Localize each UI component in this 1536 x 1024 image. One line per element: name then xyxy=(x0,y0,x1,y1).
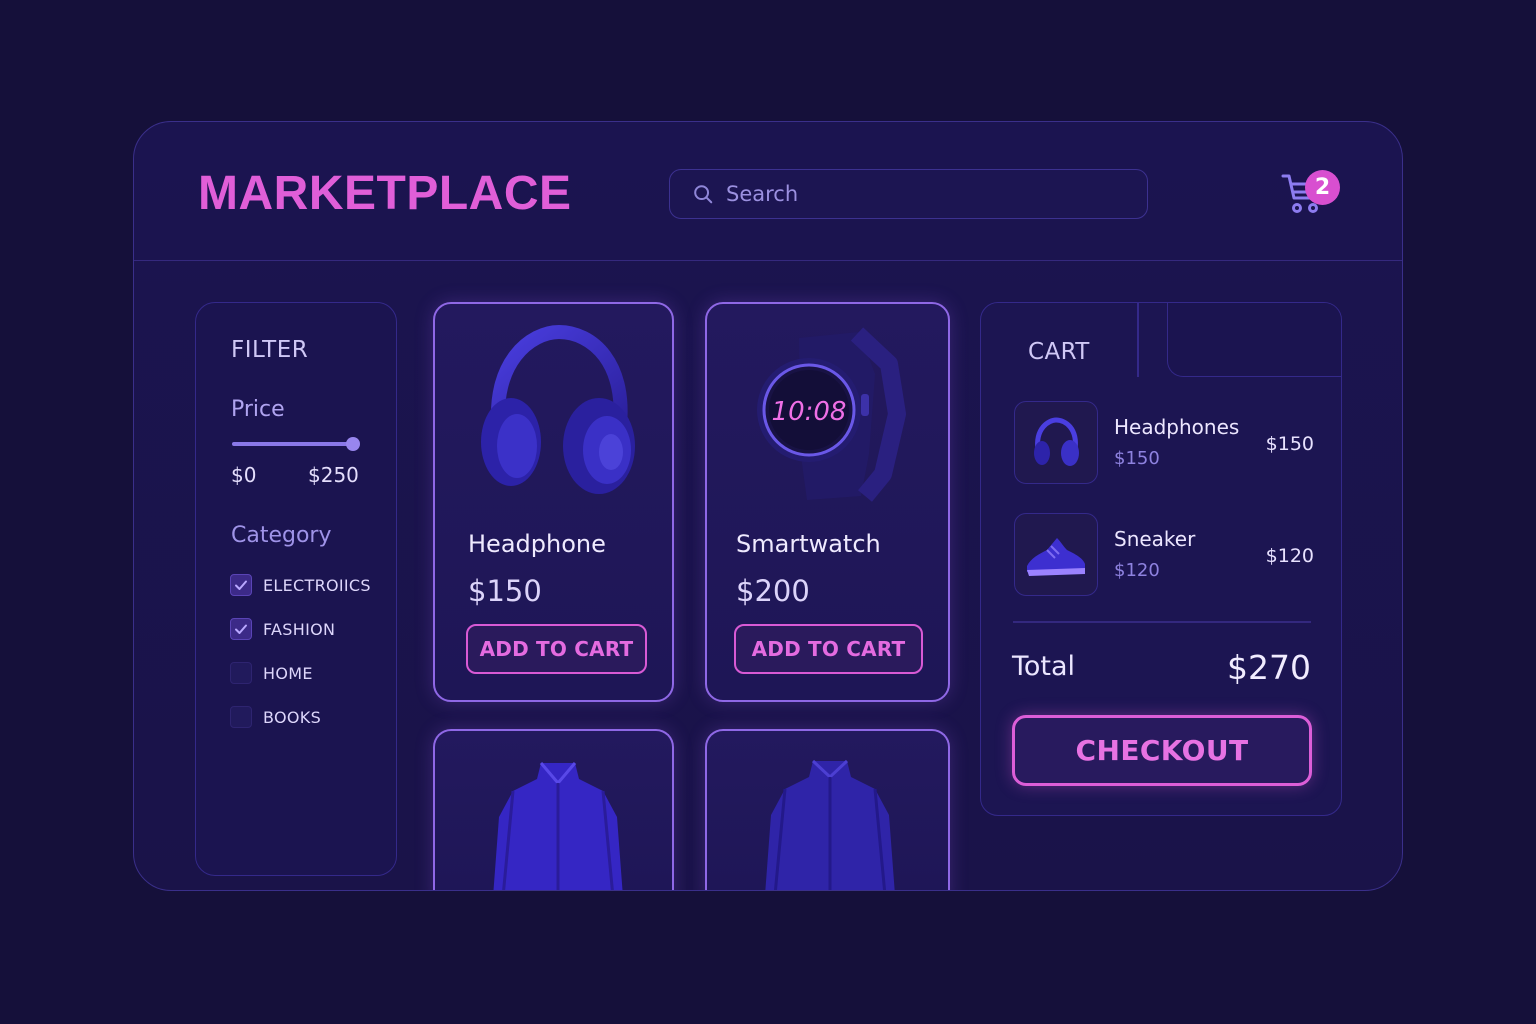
cart-item-price: $150 xyxy=(1265,433,1314,455)
divider xyxy=(1013,621,1311,623)
sneaker-icon xyxy=(1027,537,1085,576)
cart-panel: CART Headphones $150 $150 Sneaker $120 $… xyxy=(980,302,1342,816)
category-text: HOME xyxy=(263,663,313,683)
product-card-jacket[interactable] xyxy=(705,729,950,890)
cart-item-unit-price: $120 xyxy=(1114,560,1160,581)
jacket-icon xyxy=(765,759,895,890)
product-name: Headphone xyxy=(468,530,606,558)
cart-count-badge: 2 xyxy=(1305,170,1340,205)
category-electronics[interactable]: ELECTROIICS xyxy=(230,574,371,596)
category-fashion[interactable]: FASHION xyxy=(230,618,335,640)
cart-item: Headphones $150 $150 xyxy=(1014,401,1314,485)
product-card-headphone[interactable]: Headphone $150 ADD TO CART xyxy=(433,302,674,702)
category-text: BOOKS xyxy=(263,707,322,727)
headphones-icon xyxy=(1034,416,1079,466)
tab-cart[interactable]: CART xyxy=(1028,339,1090,365)
marketplace-window: MARKETPLACE 2 FILTER Price $0 $250 Categ… xyxy=(133,121,1403,891)
category-home[interactable]: HOME xyxy=(230,662,313,684)
price-slider-track[interactable] xyxy=(232,442,354,446)
add-to-cart-button[interactable]: ADD TO CART xyxy=(734,624,923,674)
category-label: Category xyxy=(231,523,332,548)
cart-item-name: Sneaker xyxy=(1114,527,1196,551)
filter-title: FILTER xyxy=(231,337,309,363)
search-input[interactable] xyxy=(726,182,1106,206)
total-label: Total xyxy=(1012,651,1076,682)
product-price: $200 xyxy=(736,574,810,608)
price-min-value: $0 xyxy=(231,463,257,487)
category-text: FASHION xyxy=(263,619,336,639)
header: MARKETPLACE 2 xyxy=(134,122,1402,261)
watch-time-text: 10:08 xyxy=(772,397,847,427)
price-max-value: $250 xyxy=(308,463,359,487)
category-books[interactable]: BOOKS xyxy=(230,706,321,728)
product-card-jacket[interactable] xyxy=(433,729,674,890)
headphones-icon xyxy=(481,324,635,494)
brand-logo: MARKETPLACE xyxy=(198,167,572,220)
cart-item-thumbnail xyxy=(1014,401,1098,484)
search-icon xyxy=(694,185,713,204)
product-name: Smartwatch xyxy=(736,530,881,558)
tab-divider xyxy=(1137,303,1139,377)
filter-panel: FILTER Price $0 $250 Category ELECTROIIC… xyxy=(195,302,397,876)
price-label: Price xyxy=(231,397,285,422)
checkbox-home[interactable] xyxy=(230,662,252,684)
category-text: ELECTROIICS xyxy=(263,575,371,595)
cart-item-name: Headphones xyxy=(1114,415,1240,439)
cart-button[interactable]: 2 xyxy=(1280,170,1344,220)
add-to-cart-button[interactable]: ADD TO CART xyxy=(466,624,647,674)
checkmark-icon xyxy=(235,624,247,634)
checkout-button[interactable]: CHECKOUT xyxy=(1012,715,1312,786)
price-slider-handle[interactable] xyxy=(346,437,360,451)
cart-item-thumbnail xyxy=(1014,513,1098,596)
cart-item: Sneaker $120 $120 xyxy=(1014,513,1314,597)
checkbox-electronics[interactable] xyxy=(230,574,252,596)
smartwatch-icon: 10:08 xyxy=(757,327,906,502)
checkmark-icon xyxy=(235,580,247,590)
cart-item-price: $120 xyxy=(1265,545,1314,567)
product-price: $150 xyxy=(468,574,542,608)
cart-item-unit-price: $150 xyxy=(1114,448,1160,469)
checkbox-books[interactable] xyxy=(230,706,252,728)
total-value: $270 xyxy=(1227,648,1311,687)
product-card-smartwatch[interactable]: 10:08 Smartwatch $200 ADD TO CART xyxy=(705,302,950,702)
search-bar[interactable] xyxy=(669,169,1148,219)
checkbox-fashion[interactable] xyxy=(230,618,252,640)
jacket-icon xyxy=(493,762,623,890)
tab-inactive[interactable] xyxy=(1167,303,1341,377)
